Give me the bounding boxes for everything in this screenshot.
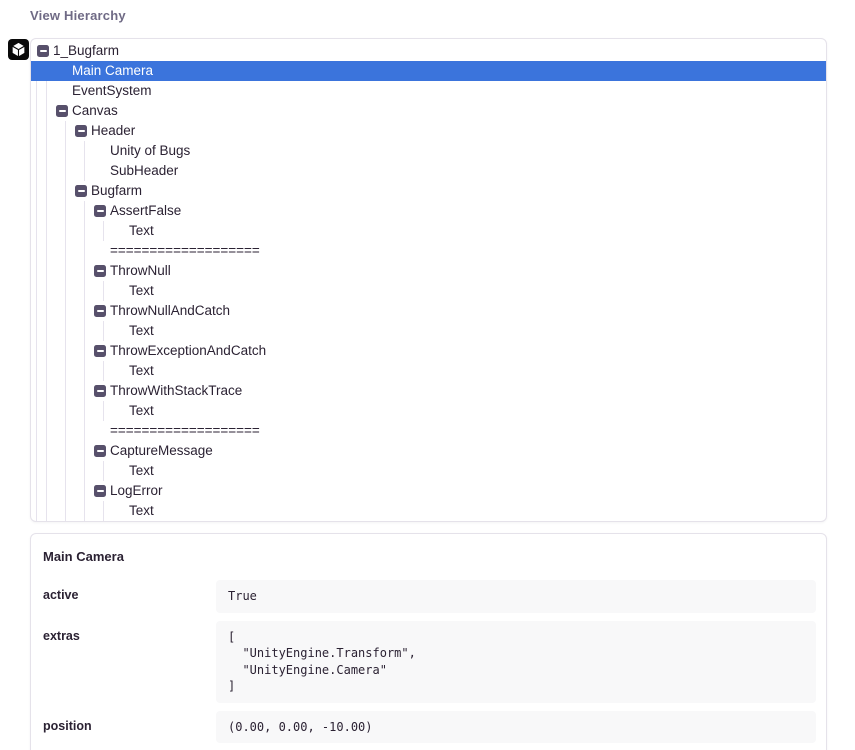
collapse-minus-icon[interactable] — [94, 305, 106, 317]
collapse-minus-icon[interactable] — [94, 385, 106, 397]
tree-node-label: =================== — [31, 421, 826, 441]
tree-node-label: Bugfarm — [31, 181, 826, 201]
detail-value: True — [216, 580, 816, 613]
detail-label: active — [41, 580, 216, 613]
tree-node-separator[interactable]: =================== — [31, 421, 826, 441]
collapse-minus-icon[interactable] — [37, 45, 49, 57]
tree-node-label: Text — [31, 281, 826, 301]
tree-node-label: Text — [31, 401, 826, 421]
tree-node-label: Text — [31, 461, 826, 481]
collapse-minus-icon[interactable] — [75, 125, 87, 137]
tree-node-label: SubHeader — [31, 161, 826, 181]
tree-node-label: Text — [31, 321, 826, 341]
tree-node-text[interactable]: Text — [31, 361, 826, 381]
details-panel: Main Camera active True extras [ "UnityE… — [30, 533, 827, 750]
collapse-minus-icon[interactable] — [94, 205, 106, 217]
tree-node-label: Unity of Bugs — [31, 141, 826, 161]
tree-node-label: ThrowNull — [31, 261, 826, 281]
detail-value: [ "UnityEngine.Transform", "UnityEngine.… — [216, 621, 816, 703]
tree-node-1-bugfarm[interactable]: 1_Bugfarm — [31, 41, 826, 61]
tree-node-text[interactable]: Text — [31, 401, 826, 421]
collapse-minus-icon[interactable] — [75, 185, 87, 197]
collapse-minus-icon[interactable] — [94, 445, 106, 457]
tree-node-logerror[interactable]: LogError — [31, 481, 826, 501]
tree-node-throwwithstacktrace[interactable]: ThrowWithStackTrace — [31, 381, 826, 401]
tree-node-thrownull[interactable]: ThrowNull — [31, 261, 826, 281]
tree-node-text[interactable]: Text — [31, 461, 826, 481]
tree-node-label: Main Camera — [31, 61, 826, 81]
tree-node-label: 1_Bugfarm — [31, 41, 826, 61]
collapse-minus-icon[interactable] — [94, 485, 106, 497]
unity-icon — [8, 39, 29, 60]
tree-node-text[interactable]: Text — [31, 281, 826, 301]
tree-node-unity-of-bugs[interactable]: Unity of Bugs — [31, 141, 826, 161]
detail-row-active: active True — [41, 580, 816, 613]
collapse-minus-icon[interactable] — [94, 345, 106, 357]
tree-node-assertfalse[interactable]: AssertFalse — [31, 201, 826, 221]
tree-node-label: CaptureMessage — [31, 441, 826, 461]
tree-node-label: EventSystem — [31, 81, 826, 101]
tree-node-label: Text — [31, 221, 826, 241]
detail-label: extras — [41, 621, 216, 703]
tree-node-canvas[interactable]: Canvas — [31, 101, 826, 121]
detail-value: (0.00, 0.00, -10.00) — [216, 711, 816, 744]
tree-node-label: AssertFalse — [31, 201, 826, 221]
tree-node-header[interactable]: Header — [31, 121, 826, 141]
tree-node-thrownullandcatch[interactable]: ThrowNullAndCatch — [31, 301, 826, 321]
tree-node-label: Canvas — [31, 101, 826, 121]
tree-node-label: ThrowWithStackTrace — [31, 381, 826, 401]
detail-row-extras: extras [ "UnityEngine.Transform", "Unity… — [41, 621, 816, 703]
tree-node-eventsystem[interactable]: EventSystem — [31, 81, 826, 101]
tree-node-separator[interactable]: =================== — [31, 241, 826, 261]
tree-node-label: ThrowExceptionAndCatch — [31, 341, 826, 361]
tree-node-label: ThrowNullAndCatch — [31, 301, 826, 321]
tree-node-subheader[interactable]: SubHeader — [31, 161, 826, 181]
detail-row-position: position (0.00, 0.00, -10.00) — [41, 711, 816, 744]
hierarchy-tree: 1_BugfarmMain CameraEventSystemCanvasHea… — [31, 41, 826, 521]
page-title: View Hierarchy — [30, 8, 126, 23]
tree-node-text[interactable]: Text — [31, 321, 826, 341]
tree-node-throwexceptionandcatch[interactable]: ThrowExceptionAndCatch — [31, 341, 826, 361]
tree-node-label: LogError — [31, 481, 826, 501]
tree-node-capturemessage[interactable]: CaptureMessage — [31, 441, 826, 461]
collapse-minus-icon[interactable] — [56, 105, 68, 117]
tree-node-text[interactable]: Text — [31, 221, 826, 241]
unity-cube-glyph — [10, 41, 27, 58]
details-title: Main Camera — [41, 534, 816, 580]
collapse-minus-icon[interactable] — [94, 265, 106, 277]
tree-node-bugfarm[interactable]: Bugfarm — [31, 181, 826, 201]
detail-label: position — [41, 711, 216, 744]
tree-node-label: Text — [31, 361, 826, 381]
tree-node-label: =================== — [31, 241, 826, 261]
tree-node-label: Text — [31, 501, 826, 521]
hierarchy-tree-panel: 1_BugfarmMain CameraEventSystemCanvasHea… — [30, 38, 827, 522]
tree-node-text[interactable]: Text — [31, 501, 826, 521]
tree-node-label: Header — [31, 121, 826, 141]
tree-node-main-camera[interactable]: Main Camera — [31, 61, 826, 81]
